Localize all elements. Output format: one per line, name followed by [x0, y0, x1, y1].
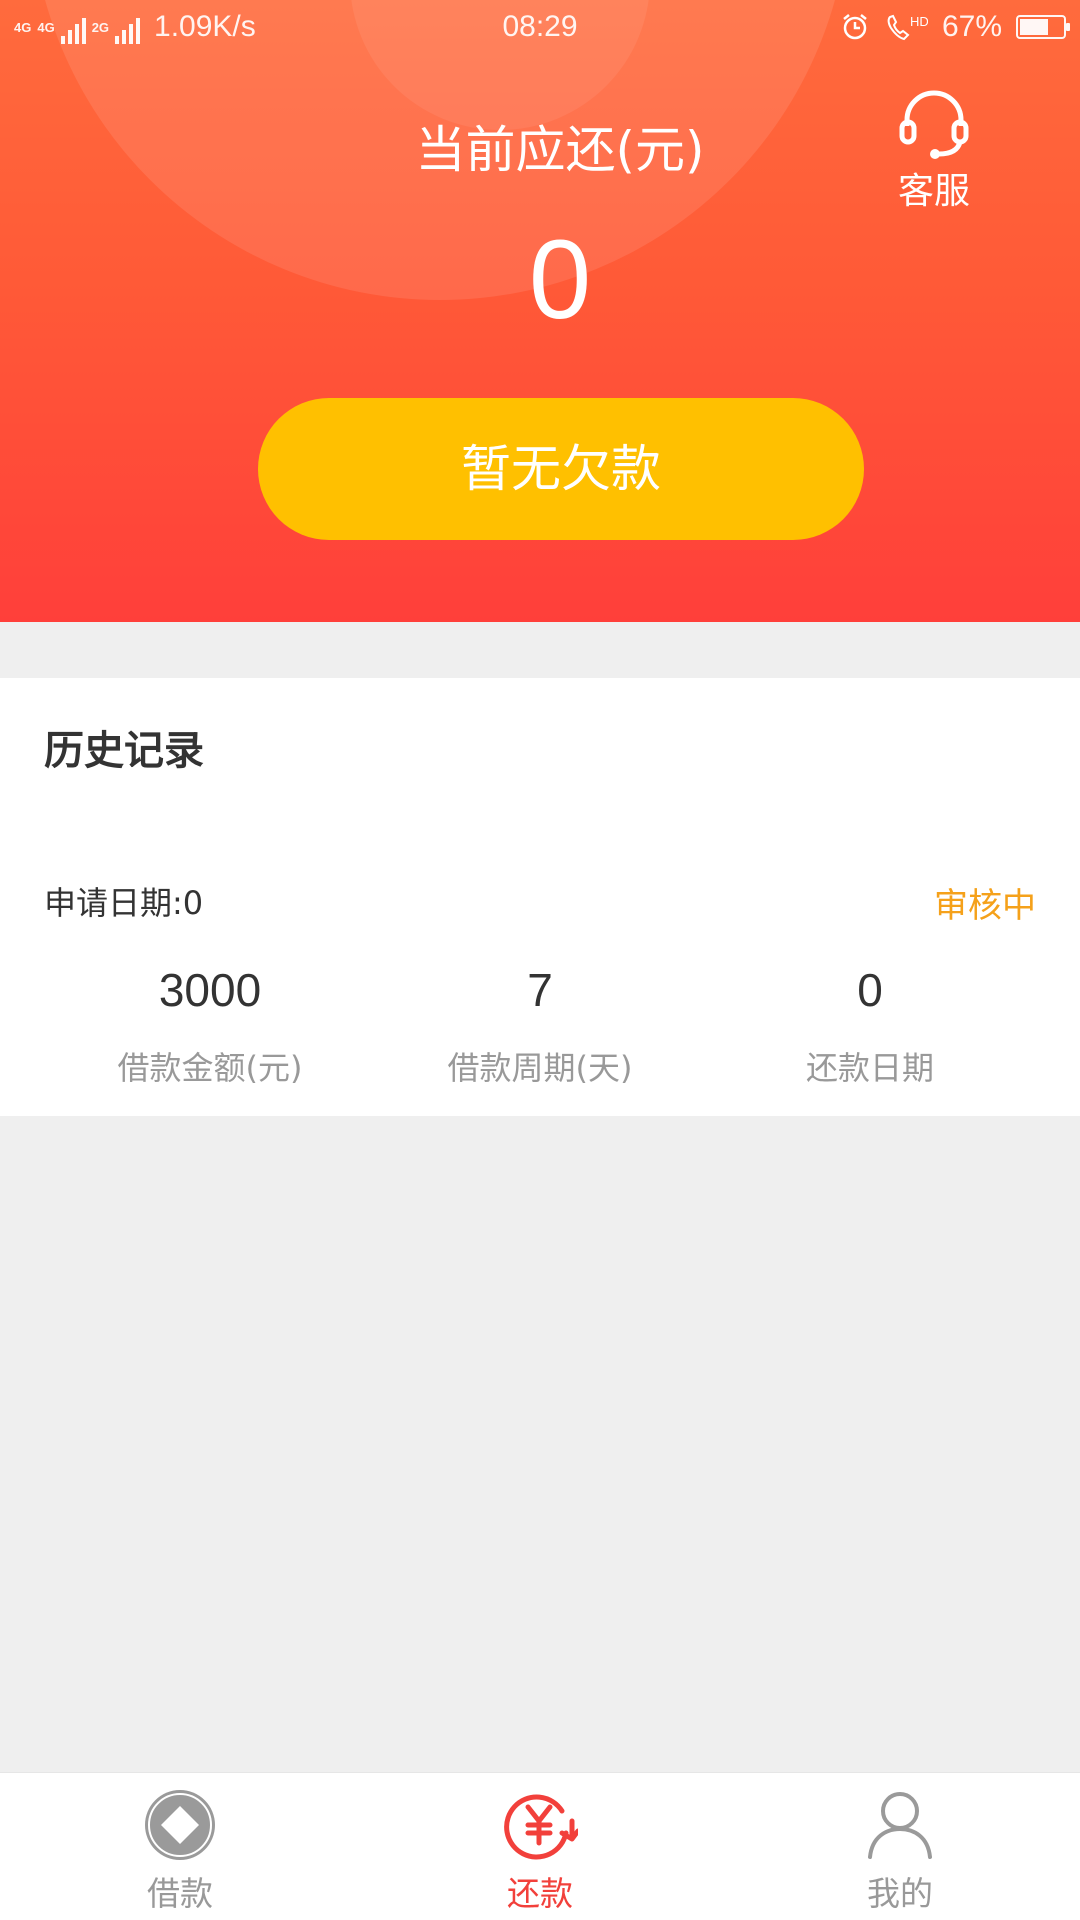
battery-level	[1020, 19, 1049, 35]
battery-percent: 67%	[941, 10, 1002, 43]
review-status-badge: 审核中	[934, 886, 1036, 926]
customer-service-label: 客服	[897, 171, 970, 212]
loan-period-stat: 7 借款周期(天)	[360, 963, 720, 1089]
tab-borrow-label: 借款	[147, 1874, 213, 1913]
user-icon	[868, 1792, 932, 1859]
loan-period-label: 借款周期(天)	[447, 1049, 633, 1087]
customer-service-button[interactable]: 客服	[890, 88, 978, 214]
bottom-tab-bar: 借款 还款 我的	[0, 1772, 1080, 1920]
loan-period-value: 7	[527, 964, 553, 1016]
history-title: 历史记录	[44, 728, 204, 774]
alarm-icon	[843, 14, 867, 40]
application-date: 申请日期:0	[44, 884, 204, 922]
tab-mine-label: 我的	[867, 1874, 933, 1913]
headset-icon	[899, 90, 969, 159]
hd-call-icon: HD	[887, 14, 928, 41]
battery-icon	[1016, 15, 1070, 39]
loan-stats: 3000 借款金额(元) 7 借款周期(天) 0 还款日期	[0, 963, 1080, 1113]
no-debt-button[interactable]: 暂无欠款	[258, 398, 864, 540]
loan-amount-stat: 3000 借款金额(元)	[30, 963, 390, 1089]
repay-date-value: 0	[857, 964, 883, 1016]
loan-amount-label: 借款金额(元)	[117, 1049, 303, 1087]
repay-date-label: 还款日期	[805, 1049, 934, 1087]
history-card: 历史记录 申请日期:0 审核中 3000 借款金额(元) 7 借款周期(天) 0…	[0, 678, 1080, 1116]
repayment-header: 4G 4G 2G 1.09K/s 08:29 HD 67% 当前应还(元) 0 …	[0, 0, 1080, 622]
system-indicators: HD 67%	[840, 10, 1070, 44]
yuan-repay-icon	[504, 1794, 578, 1860]
diamond-coin-icon	[145, 1790, 215, 1860]
tab-repay[interactable]: 还款	[450, 1787, 630, 1915]
tab-repay-label: 还款	[507, 1874, 573, 1913]
status-bar: 4G 4G 2G 1.09K/s 08:29 HD 67%	[0, 0, 1080, 56]
svg-text:HD: HD	[910, 14, 928, 29]
tab-borrow[interactable]: 借款	[90, 1787, 270, 1915]
loan-amount-value: 3000	[158, 964, 262, 1016]
tab-mine[interactable]: 我的	[810, 1787, 990, 1915]
amount-due-value: 0	[528, 217, 592, 342]
repay-date-stat: 0 还款日期	[690, 963, 1050, 1089]
